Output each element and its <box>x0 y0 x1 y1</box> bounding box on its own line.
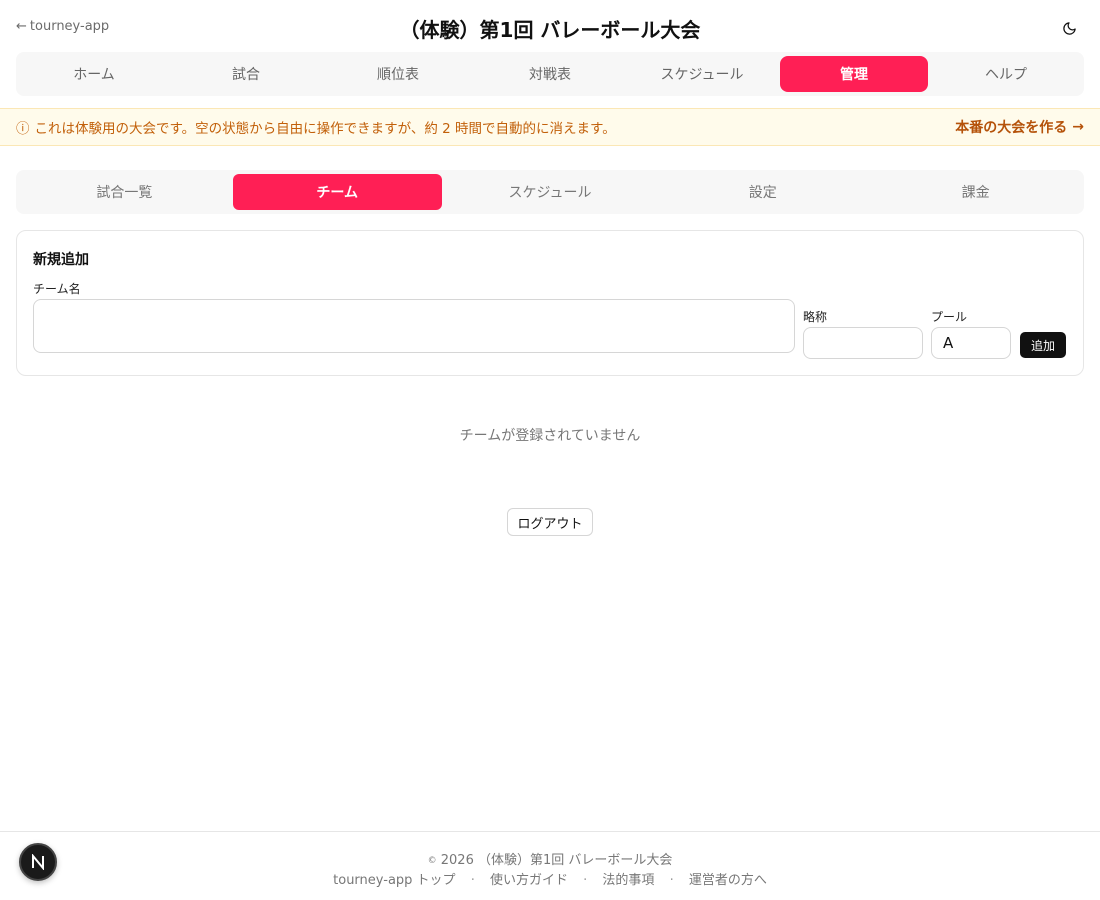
nextjs-badge[interactable] <box>19 843 57 881</box>
footer-link-top[interactable]: tourney-app トップ <box>333 873 455 888</box>
card-title: 新規追加 <box>33 252 89 268</box>
team-name-input[interactable] <box>33 299 795 353</box>
footer-separator: · <box>470 873 475 888</box>
banner-message: ⓘ これは体験用の大会です。空の状態から自由に操作できますが、約 2 時間で自動… <box>16 117 616 137</box>
header: ← tourney-app （体験）第1回 バレーボール大会 <box>0 0 1100 56</box>
add-button[interactable]: 追加 <box>1020 332 1066 358</box>
trial-banner: ⓘ これは体験用の大会です。空の状態から自由に操作できますが、約 2 時間で自動… <box>0 108 1100 146</box>
tab-standings[interactable]: 順位表 <box>324 56 472 92</box>
banner-text: これは体験用の大会です。空の状態から自由に操作できますが、約 2 時間で自動的に… <box>34 121 616 137</box>
footer-link-guide[interactable]: 使い方ガイド <box>490 873 568 888</box>
tab-schedule[interactable]: スケジュール <box>628 56 776 92</box>
main-nav: ホーム 試合 順位表 対戦表 スケジュール 管理 ヘルプ <box>16 52 1084 96</box>
letter-n-logo <box>32 854 44 870</box>
tab-matches[interactable]: 試合 <box>172 56 320 92</box>
subtab-match-list[interactable]: 試合一覧 <box>20 174 229 210</box>
footer: © 2026 （体験）第1回 バレーボール大会 tourney-app トップ … <box>0 831 1100 900</box>
add-team-card: 新規追加 チーム名 略称 プール 追加 <box>16 230 1084 376</box>
page-title: （体験）第1回 バレーボール大会 <box>399 18 701 42</box>
footer-link-organizers[interactable]: 運営者の方へ <box>689 873 767 888</box>
team-name-label: チーム名 <box>33 282 81 296</box>
tab-bracket[interactable]: 対戦表 <box>476 56 624 92</box>
pool-label: プール <box>931 310 968 324</box>
abbr-label: 略称 <box>803 310 828 324</box>
empty-teams-message: チームが登録されていません <box>459 428 641 444</box>
copyright-symbol: © <box>427 856 437 866</box>
tab-help[interactable]: ヘルプ <box>932 56 1080 92</box>
admin-sub-nav: 試合一覧 チーム スケジュール 設定 課金 <box>16 170 1084 214</box>
footer-link-legal[interactable]: 法的事項 <box>602 873 654 888</box>
pool-input[interactable] <box>931 327 1011 359</box>
subtab-schedule[interactable]: スケジュール <box>446 174 655 210</box>
arrow-right-icon: → <box>1072 119 1084 135</box>
subtab-settings[interactable]: 設定 <box>658 174 867 210</box>
tab-home[interactable]: ホーム <box>20 56 168 92</box>
cta-label: 本番の大会を作る <box>955 120 1068 136</box>
copyright: © 2026 （体験）第1回 バレーボール大会 <box>0 849 1100 868</box>
subtab-teams[interactable]: チーム <box>232 174 442 210</box>
copyright-text: 2026 （体験）第1回 バレーボール大会 <box>440 853 673 868</box>
moon-icon <box>1062 21 1076 35</box>
footer-separator: · <box>583 873 588 888</box>
info-icon: ⓘ <box>16 121 30 137</box>
logout-button[interactable]: ログアウト <box>507 508 593 536</box>
tab-admin[interactable]: 管理 <box>780 56 928 92</box>
abbr-input[interactable] <box>803 327 923 359</box>
theme-toggle-button[interactable] <box>1060 19 1078 37</box>
footer-separator: · <box>669 873 674 888</box>
subtab-billing[interactable]: 課金 <box>871 174 1080 210</box>
footer-links: tourney-app トップ · 使い方ガイド · 法的事項 · 運営者の方へ <box>0 869 1100 888</box>
create-real-tournament-link[interactable]: 本番の大会を作る → <box>955 117 1084 137</box>
